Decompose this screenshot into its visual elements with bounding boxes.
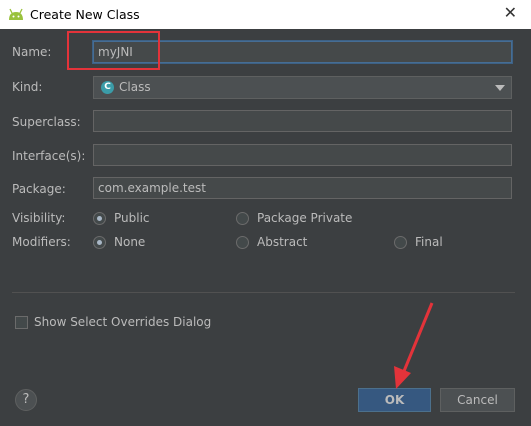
radio-abstract-label: Abstract [257,235,308,249]
modifiers-label: Modifiers: [12,235,71,249]
interfaces-label: Interface(s): [12,149,86,163]
name-input[interactable] [93,41,512,63]
superclass-input[interactable] [93,110,512,132]
radio-public-label: Public [114,211,150,225]
package-input[interactable] [93,177,512,199]
package-label: Package: [12,182,66,196]
chevron-down-icon [495,85,505,91]
help-button[interactable]: ? [15,389,37,411]
radio-public[interactable]: Public [93,211,150,225]
radio-final[interactable]: Final [394,235,443,249]
ok-button[interactable]: OK [358,388,431,412]
radio-circle [394,235,407,249]
radio-none[interactable]: None [93,235,145,249]
radio-circle [93,211,106,225]
interfaces-input[interactable] [93,144,512,166]
show-overrides-label: Show Select Overrides Dialog [34,315,212,329]
radio-final-label: Final [415,235,443,249]
radio-circle [236,235,249,249]
radio-circle [236,211,249,225]
divider [12,292,515,293]
radio-abstract[interactable]: Abstract [236,235,307,249]
close-icon[interactable]: ✕ [504,5,517,21]
cancel-button[interactable]: Cancel [440,388,515,412]
checkbox-box [15,315,28,329]
superclass-label: Superclass: [12,115,81,129]
window-title: Create New Class [30,7,140,22]
show-overrides-checkbox[interactable]: Show Select Overrides Dialog [15,315,211,329]
radio-package-private[interactable]: Package Private [236,211,352,225]
android-icon [9,8,23,20]
kind-select[interactable]: C Class [93,76,512,99]
radio-package-private-label: Package Private [257,211,353,225]
kind-label: Kind: [12,80,43,94]
visibility-label: Visibility: [12,211,66,225]
radio-circle [93,235,106,249]
class-icon: C [101,81,114,94]
name-label: Name: [12,45,52,59]
radio-none-label: None [114,235,146,249]
kind-value: Class [119,80,151,94]
title-bar: Create New Class ✕ [0,0,531,29]
